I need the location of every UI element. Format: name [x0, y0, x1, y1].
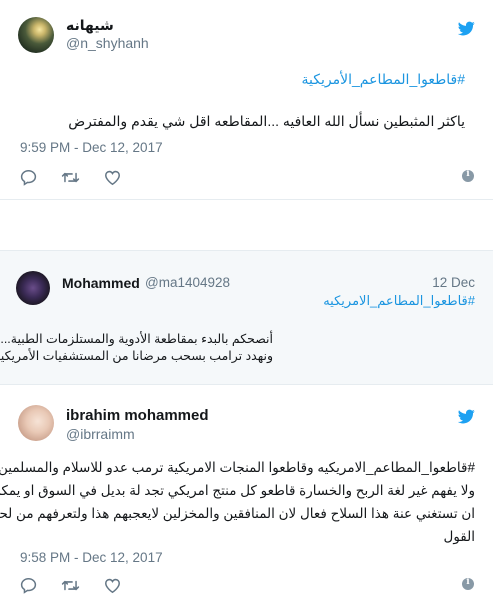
twitter-bird-icon[interactable] — [458, 20, 475, 37]
timestamp[interactable]: 9:58 PM - Dec 12, 2017 — [20, 550, 163, 565]
tweet-text-line: القول — [443, 529, 475, 544]
tweet-actions — [18, 167, 144, 187]
tweet-text-line: #قاطعوا_المطاعم_الامريكيه وقاطعوا المنجا… — [0, 460, 475, 475]
tweet-text-line: أنصحكم بالبدء بمقاطعة الأدوية والمستلزما… — [0, 332, 273, 346]
user-handle[interactable]: @ma1404928 — [145, 275, 230, 290]
twitter-bird-icon[interactable] — [458, 408, 475, 425]
tweet-text: ياكثر المثبطين نسأل الله العافيه ...المق… — [68, 113, 465, 129]
tweet-text-line: ان تستغني عنة هذا السلاح فعال لان المناف… — [0, 506, 475, 521]
like-icon[interactable] — [102, 575, 122, 595]
user-handle[interactable]: @n_shyhanh — [66, 35, 149, 51]
retweet-icon[interactable] — [60, 575, 80, 595]
retweet-icon[interactable] — [60, 167, 80, 187]
hashtag-link[interactable]: #قاطعوا_المطاعم_الأمريكية — [302, 71, 465, 88]
tweet-card-3: ibrahim mohammed @ibrraimm #قاطعوا_المطا… — [0, 386, 493, 608]
tweet-text-line: ونهدد ترامب بسحب مرضانا من المستشفيات ال… — [0, 349, 273, 363]
info-icon[interactable] — [462, 169, 474, 182]
divider — [0, 199, 493, 200]
tweet-actions — [18, 575, 144, 595]
tweet-text-line: ولا يفهم غير لغة الربح والخسارة قاطعو كل… — [0, 483, 475, 498]
display-name[interactable]: ibrahim mohammed — [66, 407, 209, 424]
tweet-card-1: شيهانه @n_shyhanh #قاطعوا_المطاعم_الأمري… — [0, 0, 493, 200]
tweet-date[interactable]: 12 Dec — [432, 275, 475, 290]
avatar[interactable] — [18, 17, 54, 53]
user-handle[interactable]: @ibrraimm — [66, 426, 135, 442]
avatar[interactable] — [18, 405, 54, 441]
reply-icon[interactable] — [18, 167, 38, 187]
like-icon[interactable] — [102, 167, 122, 187]
reply-icon[interactable] — [18, 575, 38, 595]
display-name[interactable]: Mohammed — [62, 275, 140, 291]
display-name[interactable]: شيهانه — [66, 17, 114, 34]
hashtag-link[interactable]: #قاطعوا_المطاعم_الامريكيه — [323, 293, 475, 309]
tweet-card-2: Mohammed @ma1404928 12 Dec #قاطعوا_المطا… — [0, 250, 493, 385]
avatar[interactable] — [16, 271, 50, 305]
timestamp[interactable]: 9:59 PM - Dec 12, 2017 — [20, 140, 163, 155]
info-icon[interactable] — [462, 577, 474, 590]
